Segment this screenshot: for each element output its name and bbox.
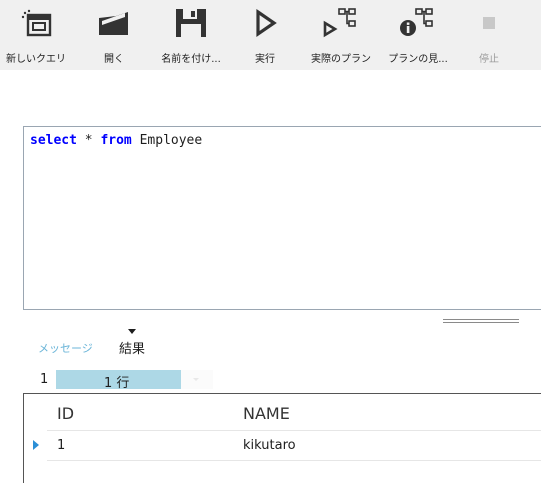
pane-splitter[interactable] xyxy=(443,319,519,323)
stop-button[interactable]: 停止 xyxy=(466,0,512,70)
row-divider xyxy=(47,460,541,461)
actual-plan-label: 実際のプラン xyxy=(311,54,371,65)
code-line: select * from Employee xyxy=(30,133,202,148)
cell-name[interactable]: kikutaro xyxy=(243,438,296,453)
cell-id[interactable]: 1 xyxy=(57,438,65,453)
execute-button[interactable]: 実行 xyxy=(243,0,287,70)
result-set-number: 1 xyxy=(40,372,49,387)
estimated-plan-icon xyxy=(399,6,437,40)
code-table: Employee xyxy=(131,133,203,148)
save-as-button[interactable]: 名前を付け... xyxy=(155,0,227,70)
query-editor[interactable]: select * from Employee xyxy=(23,126,541,310)
code-star: * xyxy=(76,133,101,148)
result-row-count: 1 行 xyxy=(104,376,130,391)
header-divider xyxy=(47,430,541,431)
column-header-id[interactable]: ID xyxy=(57,404,74,423)
open-button[interactable]: 開く xyxy=(86,0,142,70)
tab-results[interactable]: 結果 xyxy=(119,338,145,357)
open-label: 開く xyxy=(104,54,124,65)
actual-plan-button[interactable]: 実際のプラン xyxy=(306,0,376,70)
estimated-plan-label: プランの見... xyxy=(388,54,448,65)
stop-label: 停止 xyxy=(479,54,499,65)
tab-messages[interactable]: メッセージ xyxy=(38,340,93,356)
selected-tab-indicator-icon xyxy=(128,329,136,334)
save-icon xyxy=(174,6,208,40)
estimated-plan-button[interactable]: プランの見... xyxy=(385,0,451,70)
current-row-marker-icon xyxy=(33,440,39,450)
new-query-icon xyxy=(19,6,53,40)
new-query-label: 新しいクエリ xyxy=(6,54,66,65)
keyword-from: from xyxy=(100,133,132,148)
folder-open-icon xyxy=(96,6,132,40)
execute-label: 実行 xyxy=(255,54,275,65)
column-header-name[interactable]: NAME xyxy=(243,404,290,423)
new-query-button[interactable]: 新しいクエリ xyxy=(2,0,70,70)
chevron-down-icon xyxy=(193,378,199,381)
toolbar: 新しいクエリ 開く 名前を付け... 実行 実際のプラン プランの見... 停止 xyxy=(0,0,541,70)
actual-plan-icon xyxy=(322,6,360,40)
stop-icon xyxy=(473,6,505,40)
save-as-label: 名前を付け... xyxy=(161,54,221,65)
play-icon xyxy=(249,6,281,40)
keyword-select: select xyxy=(30,133,77,148)
